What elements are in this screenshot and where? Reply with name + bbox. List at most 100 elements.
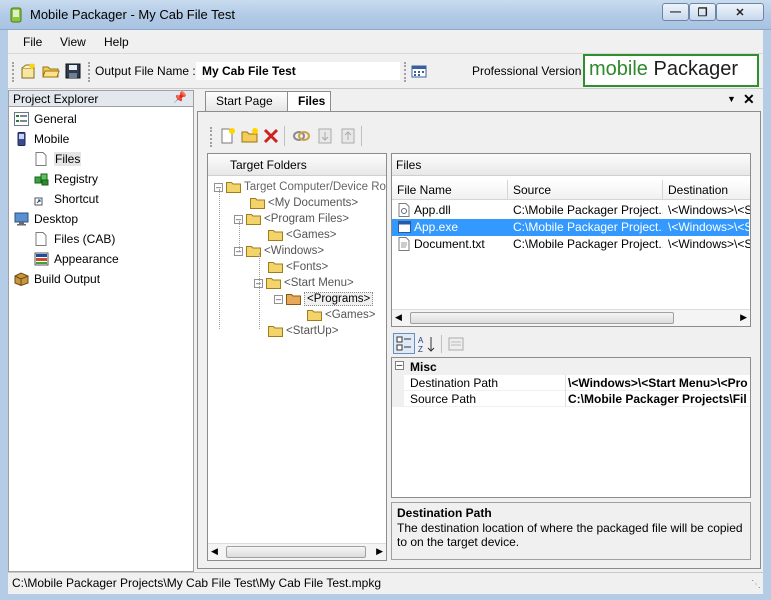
file-source-cell: C:\Mobile Packager Project... bbox=[513, 203, 663, 217]
tree-item-label: Shortcut bbox=[54, 192, 99, 206]
project-explorer-header: Project Explorer 📌 bbox=[8, 90, 194, 107]
save-icon[interactable] bbox=[64, 62, 82, 80]
resize-grip-icon[interactable]: ⋱ bbox=[751, 579, 761, 590]
folder-label: <Program Files> bbox=[264, 213, 350, 225]
column-header-source[interactable]: Source bbox=[508, 180, 663, 200]
folder-node-fonts[interactable]: <Fonts> bbox=[268, 259, 328, 275]
scroll-left-icon[interactable]: ◀ bbox=[211, 546, 218, 557]
file-row[interactable]: Document.txt C:\Mobile Packager Project.… bbox=[392, 236, 750, 253]
logo-word-packager: Packager bbox=[653, 58, 738, 80]
minimize-button[interactable]: — bbox=[662, 3, 689, 21]
close-window-button[interactable]: ✕ bbox=[716, 3, 764, 21]
move-up-icon[interactable] bbox=[339, 127, 357, 145]
folder-node-programs-games[interactable]: <Games> bbox=[307, 307, 376, 323]
categorized-icon bbox=[396, 336, 411, 351]
column-header-file-name[interactable]: File Name bbox=[392, 180, 508, 200]
folder-node-my-documents[interactable]: <My Documents> bbox=[250, 195, 358, 211]
files-list: App.dll C:\Mobile Packager Project... \<… bbox=[392, 201, 750, 261]
column-header-destination[interactable]: Destination bbox=[663, 180, 750, 200]
folder-label: <Programs> bbox=[304, 292, 374, 306]
property-row-destination-path[interactable]: Destination Path \<Windows>\<Start Menu>… bbox=[392, 375, 750, 391]
tab-start-page[interactable]: Start Page bbox=[205, 91, 293, 112]
pin-icon[interactable]: 📌 bbox=[173, 91, 187, 104]
folder-icon bbox=[268, 326, 283, 337]
tree-item-mobile[interactable]: Mobile bbox=[14, 130, 69, 148]
toolbar-grip[interactable] bbox=[12, 62, 15, 82]
alphabetical-sort-icon[interactable]: A Z bbox=[417, 334, 437, 354]
maximize-button[interactable]: ❐ bbox=[689, 3, 716, 21]
folder-label: <Games> bbox=[325, 309, 376, 321]
description-text: The destination location of where the pa… bbox=[397, 521, 743, 549]
scroll-thumb[interactable] bbox=[226, 546, 366, 558]
toolbar-grip-3[interactable] bbox=[404, 62, 407, 82]
property-column-splitter[interactable] bbox=[565, 375, 566, 407]
package-box-icon bbox=[14, 272, 29, 286]
tab-files[interactable]: Files bbox=[287, 91, 331, 112]
collapse-category-icon[interactable]: – bbox=[395, 361, 404, 371]
folders-horizontal-scrollbar[interactable]: ◀ ▶ bbox=[208, 543, 386, 560]
move-down-icon[interactable] bbox=[316, 127, 334, 145]
collapse-icon[interactable]: – bbox=[274, 294, 283, 304]
text-file-icon bbox=[398, 237, 410, 251]
toolbar-grip-2[interactable] bbox=[88, 62, 91, 82]
property-description-panel: Destination Path The destination locatio… bbox=[391, 502, 751, 560]
tree-item-files[interactable]: Files bbox=[34, 150, 82, 168]
file-name-cell: App.dll bbox=[414, 203, 451, 217]
window-title: Mobile Packager - My Cab File Test bbox=[30, 7, 235, 22]
scroll-right-icon[interactable]: ▶ bbox=[740, 312, 747, 323]
folder-node-games[interactable]: <Games> bbox=[268, 227, 337, 243]
menu-view[interactable]: View bbox=[60, 35, 86, 49]
scroll-left-icon[interactable]: ◀ bbox=[395, 312, 402, 323]
open-folder-icon[interactable] bbox=[42, 62, 60, 80]
files-horizontal-scrollbar[interactable]: ◀ ▶ bbox=[392, 309, 750, 326]
property-category-label: Misc bbox=[410, 360, 437, 374]
calendar-icon[interactable] bbox=[410, 62, 428, 80]
folder-node-start-menu[interactable]: – <Start Menu> bbox=[254, 275, 354, 291]
tree-item-registry[interactable]: Registry bbox=[34, 170, 98, 188]
link-icon[interactable] bbox=[292, 127, 310, 145]
folder-node-windows[interactable]: – <Windows> bbox=[234, 243, 324, 259]
tree-item-desktop[interactable]: Desktop bbox=[14, 210, 78, 228]
menu-help[interactable]: Help bbox=[104, 35, 129, 49]
target-folders-title: Target Folders bbox=[230, 158, 307, 172]
tree-item-files-cab[interactable]: Files (CAB) bbox=[34, 230, 115, 248]
logo-word-mobile: mobile bbox=[589, 58, 648, 80]
file-row-selected[interactable]: App.exe C:\Mobile Packager Project... \<… bbox=[392, 219, 750, 236]
open-folder-icon bbox=[286, 294, 301, 305]
property-pages-icon[interactable] bbox=[447, 335, 465, 353]
tree-line bbox=[259, 253, 260, 329]
output-file-name-input[interactable]: My Cab File Test bbox=[195, 61, 401, 81]
close-tab-icon[interactable]: ✕ bbox=[743, 91, 755, 108]
tree-item-shortcut[interactable]: Shortcut bbox=[34, 190, 99, 208]
tree-item-general[interactable]: General bbox=[14, 110, 77, 128]
file-destination-cell: \<Windows>\<St bbox=[668, 220, 750, 234]
property-value[interactable]: \<Windows>\<Start Menu>\<Pro bbox=[568, 376, 750, 390]
dll-file-icon bbox=[398, 203, 410, 217]
folder-node-program-files[interactable]: – <Program Files> bbox=[234, 211, 349, 227]
scroll-thumb[interactable] bbox=[410, 312, 674, 324]
folder-icon bbox=[226, 182, 241, 193]
property-value[interactable]: C:\Mobile Packager Projects\Fil bbox=[568, 392, 750, 406]
categorized-view-button[interactable] bbox=[393, 333, 415, 354]
menu-file[interactable]: File bbox=[23, 35, 42, 49]
folder-node-startup[interactable]: <StartUp> bbox=[268, 323, 338, 339]
toolbar-separator bbox=[284, 126, 285, 146]
scroll-right-icon[interactable]: ▶ bbox=[376, 546, 383, 557]
tree-item-label: Files (CAB) bbox=[54, 232, 116, 246]
file-row[interactable]: App.dll C:\Mobile Packager Project... \<… bbox=[392, 202, 750, 219]
file-destination-cell: \<Windows>\<St bbox=[668, 237, 750, 251]
tab-list-dropdown-icon[interactable]: ▼ bbox=[727, 94, 736, 104]
property-category-row[interactable]: – Misc bbox=[392, 358, 750, 375]
folder-node-root[interactable]: – Target Computer/Device Ro bbox=[214, 179, 386, 195]
folder-node-programs[interactable]: – <Programs> bbox=[274, 291, 374, 307]
add-file-icon[interactable] bbox=[219, 127, 237, 145]
tree-item-build-output[interactable]: Build Output bbox=[14, 270, 100, 288]
property-row-source-path[interactable]: Source Path C:\Mobile Packager Projects\… bbox=[392, 391, 750, 407]
delete-icon[interactable] bbox=[262, 127, 280, 145]
new-project-icon[interactable] bbox=[19, 62, 37, 80]
add-folder-icon[interactable] bbox=[241, 127, 259, 145]
property-indent-gutter bbox=[392, 375, 404, 407]
file-source-cell: C:\Mobile Packager Project... bbox=[513, 220, 663, 234]
tree-item-appearance[interactable]: Appearance bbox=[34, 250, 119, 268]
files-toolbar-grip[interactable] bbox=[210, 127, 213, 147]
